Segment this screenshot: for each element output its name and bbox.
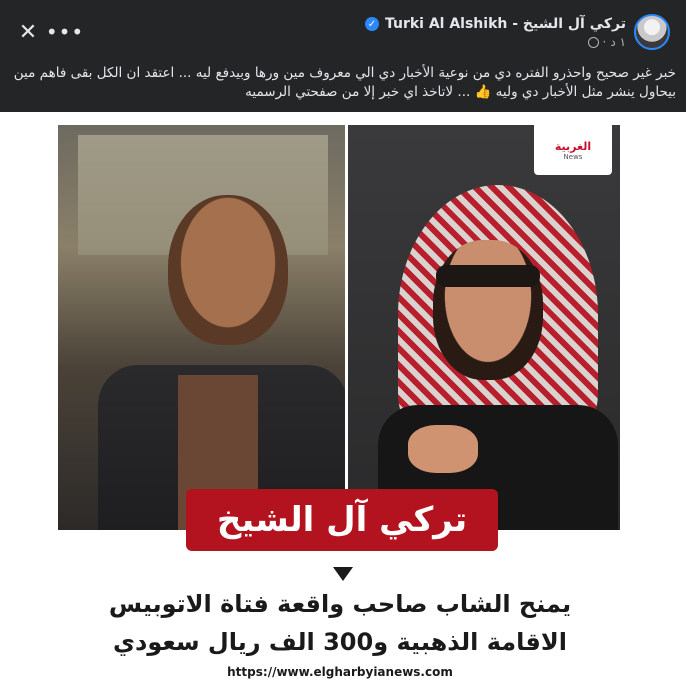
close-button[interactable]: ✕ bbox=[14, 18, 42, 46]
photo-left bbox=[58, 125, 345, 530]
source-url: https://www.elgharbyianews.com bbox=[227, 665, 453, 679]
news-logo: الغربية News bbox=[534, 125, 612, 175]
news-logo-word: الغربية bbox=[554, 139, 592, 153]
author-name-link[interactable]: تركي آل الشيخ - Turki Al Alshikh ✓ bbox=[363, 16, 626, 32]
post-timestamp[interactable]: ١ د bbox=[610, 35, 626, 49]
banner-pointer bbox=[333, 567, 353, 581]
close-icon: ✕ bbox=[18, 19, 38, 45]
more-options-icon: ••• bbox=[45, 20, 85, 44]
headline-line-2: الاقامة الذهبية و300 الف ريال سعودي bbox=[113, 628, 567, 656]
young-man-face bbox=[168, 195, 288, 345]
avatar[interactable] bbox=[634, 14, 670, 50]
globe-icon bbox=[587, 36, 599, 48]
post-image[interactable]: الغربية News تركي آل الشيخ يمنح الشاب صا… bbox=[0, 112, 686, 683]
post-text: خبر غير صحيح واحذرو الفتره دي من نوعية ا… bbox=[13, 65, 676, 100]
sunglasses bbox=[436, 265, 540, 287]
post-meta: ١ د · bbox=[266, 35, 626, 49]
news-logo-sub: News bbox=[563, 152, 583, 161]
headline-line-1: يمنح الشاب صاحب واقعة فتاة الاتوبيس bbox=[108, 590, 572, 618]
author-name: تركي آل الشيخ - Turki Al Alshikh bbox=[384, 16, 626, 32]
hand-on-chest bbox=[408, 425, 478, 473]
photo-right: الغربية News bbox=[348, 125, 620, 530]
author-block: تركي آل الشيخ - Turki Al Alshikh ✓ ١ د · bbox=[266, 13, 626, 49]
more-options-button[interactable]: ••• bbox=[46, 18, 83, 46]
man-face bbox=[433, 240, 543, 380]
verified-badge-icon: ✓ bbox=[364, 17, 379, 31]
title-banner: تركي آل الشيخ bbox=[186, 489, 498, 551]
post-header: ✕ ••• تركي آل الشيخ - Turki Al Alshikh ✓… bbox=[0, 0, 686, 62]
meta-separator: · bbox=[602, 35, 607, 49]
